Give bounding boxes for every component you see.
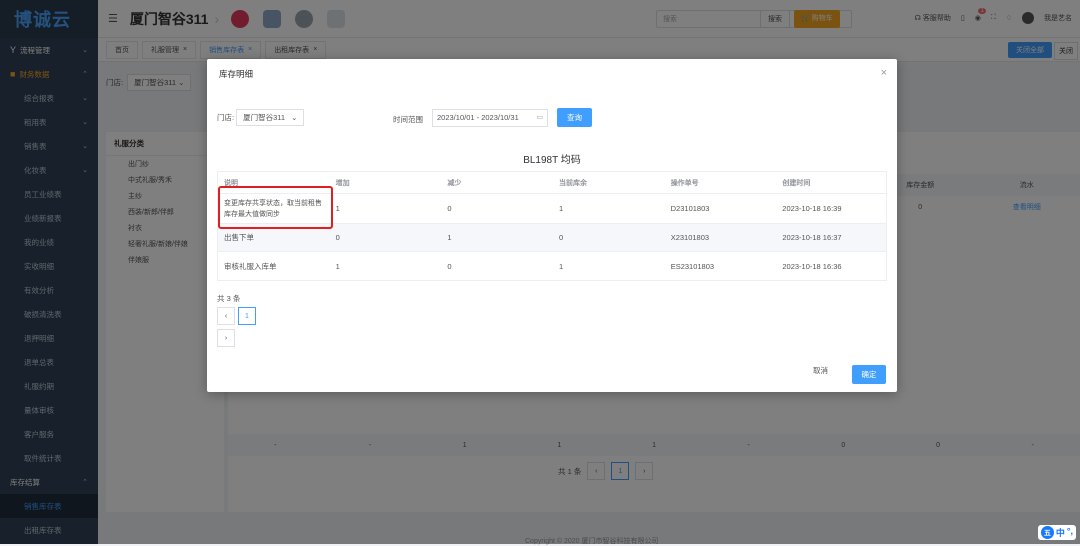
dialog-store-filter: 门店: 厦门智谷311 ⌄	[217, 109, 304, 126]
store-select[interactable]: 厦门智谷311 ⌄	[236, 109, 304, 126]
date-range-value: 2023/10/01 - 2023/10/31	[437, 113, 519, 122]
date-range-picker[interactable]: 2023/10/01 - 2023/10/31 ▭	[432, 109, 548, 127]
highlight-annotation-box	[218, 186, 333, 229]
decrease-cell: 0	[441, 204, 553, 213]
created-time-cell: 2023-10-18 16:36	[776, 262, 886, 271]
ime-lang-toggle[interactable]: 中	[1056, 526, 1065, 539]
store-select-value: 厦门智谷311	[243, 112, 285, 123]
column-header: 增加	[330, 178, 442, 188]
ime-wubi-icon[interactable]: 五	[1041, 526, 1054, 539]
column-header: 减少	[441, 178, 553, 188]
column-header: 当前库余	[553, 178, 665, 188]
query-button[interactable]: 查询	[557, 108, 592, 127]
cancel-button[interactable]: 取消	[813, 365, 828, 376]
column-header: 操作单号	[665, 178, 777, 188]
inventory-detail-dialog: 库存明细 × 门店: 厦门智谷311 ⌄ 时间范围 2023/10/01 - 20…	[207, 59, 897, 392]
remaining-cell: 1	[553, 204, 665, 213]
decrease-cell: 1	[441, 233, 553, 242]
total-count: 共 3 条	[217, 293, 240, 304]
remaining-cell: 1	[553, 262, 665, 271]
prev-page-icon[interactable]: ‹	[217, 307, 235, 325]
column-header: 创建时间	[776, 178, 886, 188]
created-time-cell: 2023-10-18 16:37	[776, 233, 886, 242]
dialog-title: 库存明细	[219, 68, 253, 80]
created-time-cell: 2023-10-18 16:39	[776, 204, 886, 213]
order-number-cell: D23101803	[665, 204, 777, 213]
description-cell: 出售下单	[218, 232, 330, 243]
pagination: ‹ 1 ›	[217, 307, 256, 347]
decrease-cell: 0	[441, 262, 553, 271]
increase-cell: 0	[330, 233, 442, 242]
order-number-cell: X23101803	[665, 233, 777, 242]
increase-cell: 1	[330, 262, 442, 271]
description-cell: 审核礼服入库单	[218, 261, 330, 272]
order-number-cell: ES23101803	[665, 262, 777, 271]
page-number[interactable]: 1	[238, 307, 256, 325]
increase-cell: 1	[330, 204, 442, 213]
time-range-label: 时间范围	[393, 114, 423, 125]
ime-punct-toggle[interactable]: °,	[1067, 526, 1073, 539]
item-heading: BL198T 均码	[207, 151, 897, 166]
calendar-icon: ▭	[536, 113, 543, 121]
chevron-down-icon: ⌄	[291, 113, 297, 122]
ime-toolbar[interactable]: 五 中 °,	[1038, 525, 1076, 540]
store-label: 门店:	[217, 112, 234, 123]
close-icon[interactable]: ×	[881, 67, 887, 79]
remaining-cell: 0	[553, 233, 665, 242]
confirm-button[interactable]: 确定	[852, 365, 886, 384]
next-page-icon[interactable]: ›	[217, 329, 235, 347]
table-row: 审核礼服入库单 1 0 1 ES23101803 2023-10-18 16:3…	[218, 252, 886, 280]
